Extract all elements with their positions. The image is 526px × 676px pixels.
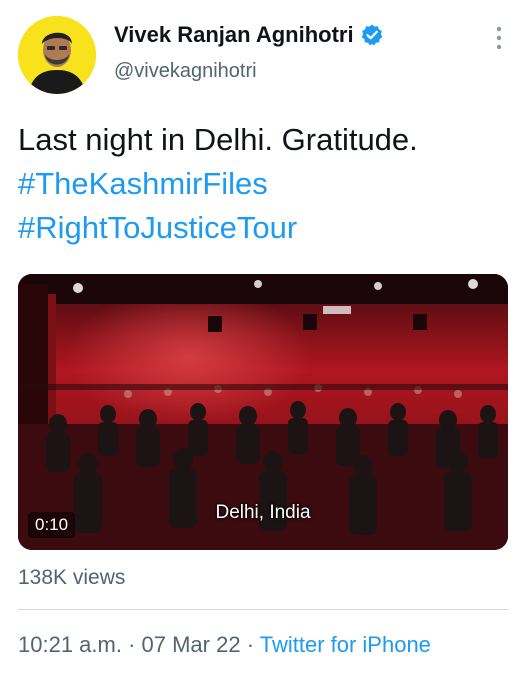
more-options-icon[interactable] [494,24,504,52]
avatar-portrait [18,16,96,94]
verified-badge-icon [360,23,384,47]
tweet-text-line: Last night in Delhi. Gratitude. [18,122,418,157]
meta-separator: · [121,632,142,657]
tweet-time[interactable]: 10:21 a.m. [18,632,122,657]
tweet-date[interactable]: 07 Mar 22 [142,632,241,657]
video-player[interactable]: Delhi, India 0:10 [18,274,508,550]
author-name-row[interactable]: Vivek Ranjan Agnihotri [114,22,384,48]
tweet-metadata: 10:21 a.m. · 07 Mar 22 · Twitter for iPh… [18,632,431,658]
hashtag-link[interactable]: #TheKashmirFiles [18,162,508,206]
view-count: 138K views [18,566,126,589]
tweet-text: Last night in Delhi. Gratitude. #TheKash… [18,118,508,250]
avatar[interactable] [18,16,96,94]
video-duration-badge: 0:10 [28,512,76,538]
hashtag-link[interactable]: #RightToJusticeTour [18,206,508,250]
meta-separator: · [240,632,260,657]
author-display-name[interactable]: Vivek Ranjan Agnihotri [114,22,354,48]
divider [18,609,508,610]
video-caption: Delhi, India [215,502,311,523]
tweet-source-link[interactable]: Twitter for iPhone [260,632,431,657]
author-handle[interactable]: @vivekagnihotri [114,60,257,83]
tweet-header: Vivek Ranjan Agnihotri @vivekagnihotri [0,0,526,105]
